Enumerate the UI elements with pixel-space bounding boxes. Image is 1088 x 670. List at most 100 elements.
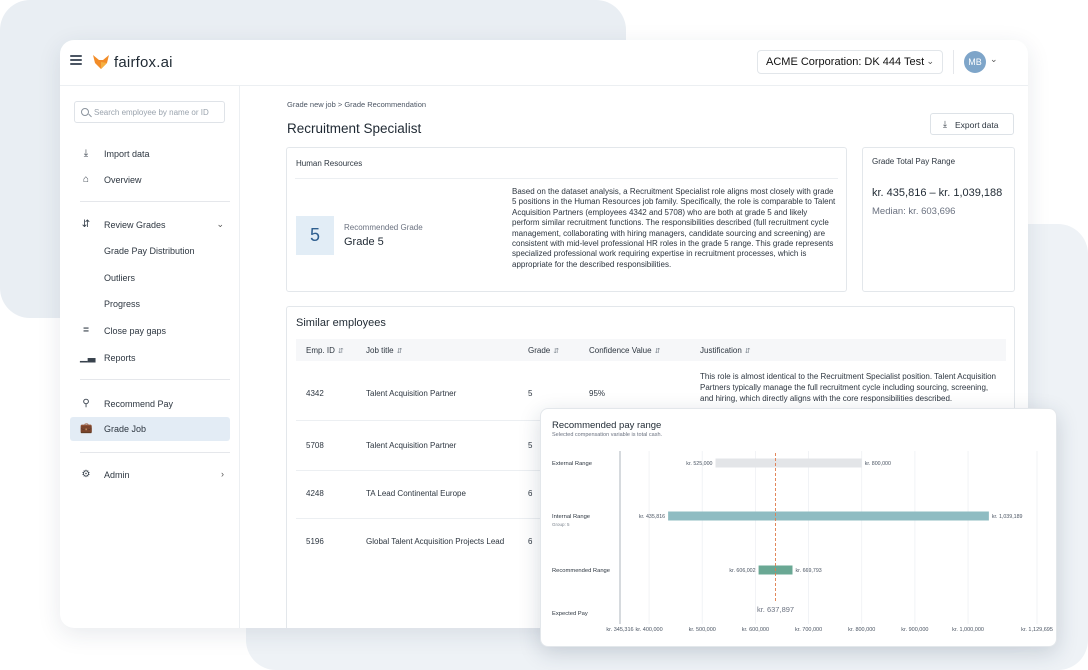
x-tick-label: kr. 600,000	[742, 627, 769, 633]
divider	[80, 379, 230, 380]
expected-pay-label: kr. 637,897	[757, 605, 794, 614]
menu-icon[interactable]	[70, 55, 82, 65]
company-select[interactable]: ACME Corporation: DK 444 Test ⌄	[757, 50, 943, 74]
emp-id: 4342	[306, 389, 324, 398]
sidebar-item-label: Import data	[104, 149, 150, 159]
sidebar-item-recommend-pay[interactable]: ⚲ Recommend Pay	[70, 392, 230, 416]
x-tick-label: kr. 800,000	[848, 627, 875, 633]
sidebar-item-overview[interactable]: ⌂ Overview	[70, 168, 230, 192]
range-max-label: kr. 669,793	[796, 568, 822, 574]
grade-number-badge: 5	[296, 216, 334, 255]
sort-icon[interactable]: ⇵	[553, 348, 559, 355]
breadcrumb[interactable]: Grade new job > Grade Recommendation	[287, 100, 426, 109]
chevron-right-icon: ›	[221, 469, 224, 479]
sidebar-item-label: Review Grades	[104, 220, 166, 230]
download-icon: ⤓	[943, 119, 947, 129]
job-title: Talent Acquisition Partner	[366, 389, 457, 398]
table-header: Emp. ID ⇵ Job title ⇵ Grade ⇵ Confidence Va…	[296, 339, 1006, 361]
confidence-value: 95%	[589, 389, 606, 398]
sidebar-item-reports[interactable]: ▁▃ Reports	[70, 346, 230, 370]
sidebar-item-grade-job[interactable]: 💼 Grade Job	[70, 417, 230, 441]
job-title: TA Lead Continental Europe	[366, 489, 466, 498]
sidebar-item-progress[interactable]: Progress	[70, 292, 230, 316]
page-title: Recruitment Specialist	[287, 121, 422, 136]
grade-pay-range-card: Grade Total Pay Range kr. 435,816 – kr. …	[862, 147, 1015, 292]
emp-id: 5708	[306, 441, 324, 450]
x-tick-label: kr. 900,000	[901, 627, 928, 633]
chevron-down-icon: ⌄	[216, 219, 224, 229]
company-select-value: ACME Corporation: DK 444 Test	[766, 56, 925, 68]
search-placeholder: Search employee by name or ID	[94, 108, 209, 117]
chevron-down-icon: ⌄	[926, 56, 934, 66]
recommended-grade-value: Grade 5	[344, 236, 384, 248]
sort-icon[interactable]: ⇵	[338, 348, 344, 355]
divider	[295, 178, 838, 179]
range-min-label: kr. 606,002	[729, 568, 755, 574]
export-data-label: Export data	[955, 120, 999, 130]
range-max-label: kr. 800,000	[865, 461, 891, 467]
sidebar-item-label: Recommend Pay	[104, 399, 174, 409]
grade-recommendation-card: Human Resources 5 Recommended Grade Grad…	[286, 147, 847, 292]
column-header-grade[interactable]: Grade ⇵	[528, 346, 559, 355]
sidebar-item-review-grades[interactable]: ⇵ Review Grades ⌄	[70, 213, 230, 237]
divider	[953, 50, 954, 74]
column-header-confidence[interactable]: Confidence Value ⇵	[589, 346, 660, 355]
sort-icon[interactable]: ⇵	[655, 348, 661, 355]
recommended-grade-label: Recommended Grade	[344, 223, 423, 232]
sidebar-item-close-pay-gaps[interactable]: = Close pay gaps	[70, 319, 230, 343]
sidebar-item-import-data[interactable]: ⤓ Import data	[70, 142, 230, 166]
sidebar-item-label: Grade Job	[104, 424, 147, 434]
chevron-down-icon[interactable]: ⌄	[990, 54, 998, 65]
download-icon: ⤓	[83, 148, 89, 159]
sidebar-item-admin[interactable]: ⚙ Admin ›	[70, 463, 230, 487]
sidebar-item-label: Overview	[104, 175, 142, 185]
search-icon	[81, 108, 89, 116]
category-label: Expected Pay	[552, 611, 588, 617]
job-title: Talent Acquisition Partner	[366, 441, 457, 450]
category-sublabel: Group: 5	[552, 522, 570, 527]
similar-employees-title: Similar employees	[296, 317, 386, 329]
pay-range-title: Grade Total Pay Range	[872, 157, 956, 166]
range-min-label: kr. 435,816	[639, 514, 665, 520]
briefcase-icon: 💼	[80, 423, 93, 434]
sort-icon[interactable]: ⇵	[397, 348, 403, 355]
emp-id: 5196	[306, 537, 324, 546]
category-label: External Range	[552, 461, 592, 467]
range-max-label: kr. 1,039,189	[992, 514, 1023, 520]
sidebar-item-label: Reports	[104, 353, 136, 363]
range-bar	[715, 458, 862, 468]
grade: 6	[528, 537, 533, 546]
column-header-job-title[interactable]: Job title ⇵	[366, 346, 402, 355]
sidebar-item-outliers[interactable]: Outliers	[70, 266, 230, 290]
pay-range-value: kr. 435,816 – kr. 1,039,188	[872, 187, 1003, 199]
range-bar	[668, 511, 989, 521]
avatar[interactable]: MB	[964, 51, 986, 73]
x-tick-label: kr. 700,000	[795, 627, 822, 633]
equals-icon: =	[83, 325, 89, 336]
gear-icon: ⚙	[81, 469, 91, 480]
divider	[80, 452, 230, 453]
x-tick-label: kr. 500,000	[689, 627, 716, 633]
divider	[80, 201, 230, 202]
bar-chart-icon: ▁▃	[80, 352, 96, 363]
sidebar-item-label: Grade Pay Distribution	[104, 246, 195, 256]
export-data-button[interactable]: ⤓ Export data	[930, 113, 1014, 135]
job-family: Human Resources	[296, 159, 363, 168]
job-title: Global Talent Acquisition Projects Lead	[366, 537, 505, 546]
grade: 5	[528, 389, 533, 398]
sidebar-item-label: Progress	[104, 299, 141, 309]
recommended-pay-range-popup: Recommended pay range Selected compensat…	[540, 408, 1057, 647]
sort-icon[interactable]: ⇵	[745, 348, 751, 355]
grade: 6	[528, 489, 533, 498]
pay-range-median: Median: kr. 603,696	[872, 206, 956, 217]
column-header-justification[interactable]: Justification ⇵	[700, 346, 751, 355]
column-header-emp-id[interactable]: Emp. ID ⇵	[306, 346, 344, 355]
grade-justification-text: Based on the dataset analysis, a Recruit…	[512, 187, 836, 269]
home-icon: ⌂	[82, 174, 90, 185]
emp-id: 4248	[306, 489, 324, 498]
sidebar-item-label: Admin	[104, 470, 130, 480]
brand-name: fairfox.ai	[114, 54, 173, 71]
search-input[interactable]: Search employee by name or ID	[74, 101, 225, 123]
sidebar-item-grade-pay-distribution[interactable]: Grade Pay Distribution	[70, 239, 230, 263]
top-bar: fairfox.ai ACME Corporation: DK 444 Test…	[60, 40, 1028, 86]
